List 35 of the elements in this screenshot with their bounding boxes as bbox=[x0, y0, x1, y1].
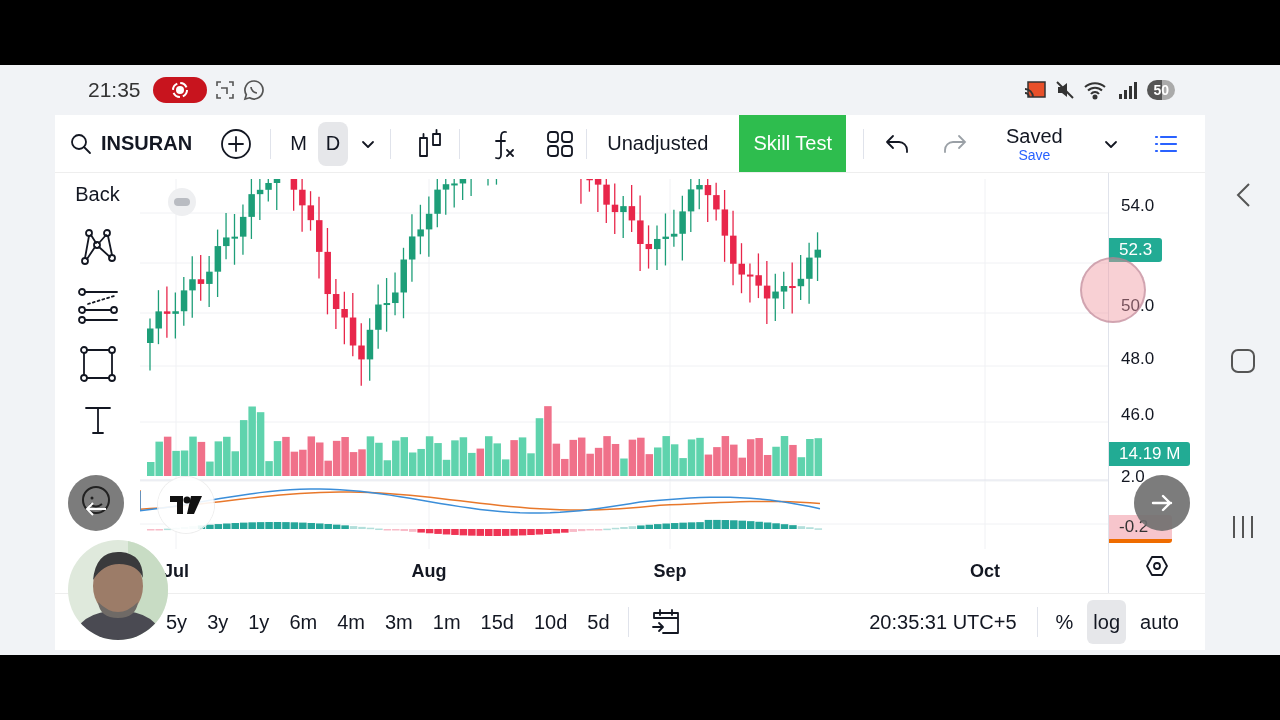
range-button[interactable]: 3m bbox=[378, 600, 419, 644]
range-button[interactable]: 1y bbox=[242, 600, 276, 644]
range-button[interactable]: 6m bbox=[283, 600, 324, 644]
last-price-badge: 52.3 bbox=[1109, 238, 1163, 262]
chart-time: 20:35:31 UTC+5 bbox=[869, 610, 1017, 634]
back-button[interactable]: Back bbox=[75, 183, 120, 206]
range-button[interactable]: 1m bbox=[426, 600, 467, 644]
month-label: Oct bbox=[969, 561, 1001, 582]
symbol-name: INSURAN bbox=[101, 132, 193, 155]
range-button[interactable]: 15d bbox=[474, 600, 520, 644]
price-label: 48.0 bbox=[1121, 349, 1155, 369]
scale-button[interactable]: % bbox=[1049, 600, 1080, 644]
month-label: Aug bbox=[410, 561, 448, 582]
volume-badge: 14.19 M bbox=[1109, 442, 1191, 466]
price-label: 54.0 bbox=[1121, 196, 1155, 216]
interval-button[interactable]: D bbox=[317, 121, 349, 166]
price-label: 50.0 bbox=[1121, 296, 1155, 316]
adjustment-button[interactable]: Unadjusted bbox=[607, 132, 709, 155]
range-button[interactable]: 5d bbox=[581, 600, 616, 644]
save-link[interactable]: Save bbox=[1018, 147, 1051, 162]
scale-button[interactable]: auto bbox=[1134, 600, 1185, 644]
month-label: Jul bbox=[162, 561, 190, 582]
interval-button[interactable]: M bbox=[282, 121, 315, 166]
range-button[interactable]: 4m bbox=[331, 600, 371, 644]
range-button[interactable]: 10d bbox=[527, 600, 574, 644]
scale-button[interactable]: log bbox=[1087, 600, 1127, 644]
price-label: 2.0 bbox=[1121, 467, 1145, 487]
status-time: 21:35 bbox=[88, 78, 141, 102]
range-button[interactable]: 3y bbox=[201, 600, 235, 644]
month-label: Sep bbox=[652, 561, 688, 582]
range-button[interactable]: 5y bbox=[160, 600, 194, 644]
price-label: 46.0 bbox=[1121, 405, 1155, 425]
save-button[interactable]: Saved Save bbox=[1006, 125, 1063, 162]
symbol-search[interactable]: INSURAN bbox=[69, 131, 193, 156]
battery-indicator: 50 bbox=[1147, 80, 1175, 100]
